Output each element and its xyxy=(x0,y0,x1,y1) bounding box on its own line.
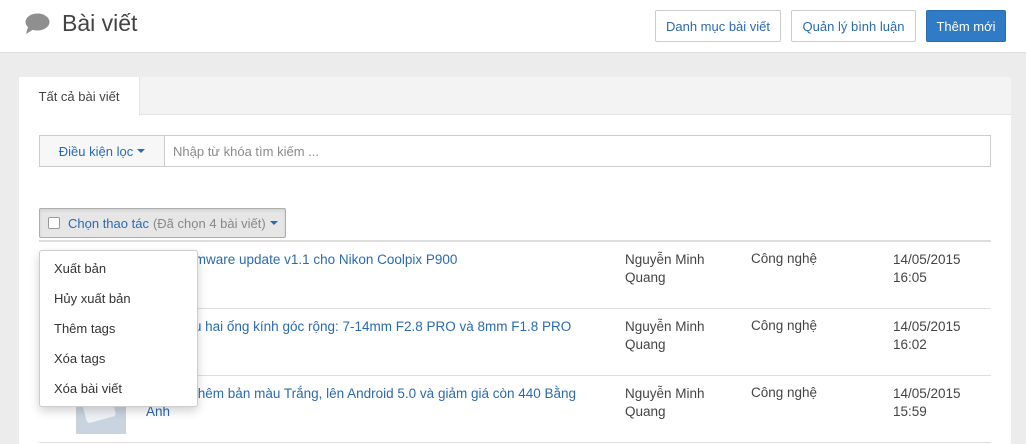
post-date-day: 14/05/2015 xyxy=(893,386,961,401)
menu-item-unpublish[interactable]: Hủy xuất bản xyxy=(40,284,197,314)
post-title-link[interactable]: ne 2 có thêm bản màu Trắng, lên Android … xyxy=(146,385,586,421)
post-date-time: 16:05 xyxy=(893,270,927,285)
bulk-action-menu: Xuất bản Hủy xuất bản Thêm tags Xóa tags… xyxy=(39,250,198,407)
post-date: 14/05/2015 16:05 xyxy=(893,251,961,287)
post-title-link[interactable]: giới thiệu hai ống kính góc rộng: 7-14mm… xyxy=(146,318,586,336)
post-title-link[interactable]: ng bố firmware update v1.1 cho Nikon Coo… xyxy=(146,251,586,269)
post-category: Công nghệ xyxy=(751,251,818,266)
search-input[interactable] xyxy=(165,136,990,166)
menu-item-remove-tags[interactable]: Xóa tags xyxy=(40,344,197,374)
post-author: Nguyễn Minh Quang xyxy=(625,319,705,352)
menu-item-publish[interactable]: Xuất bản xyxy=(40,254,197,284)
comment-management-button[interactable]: Quản lý bình luận xyxy=(791,10,916,42)
menu-item-add-tags[interactable]: Thêm tags xyxy=(40,314,197,344)
tabs-bar: Tất cả bài viết xyxy=(19,77,1011,116)
bulk-action-button[interactable]: Chọn thao tác (Đã chọn 4 bài viết) xyxy=(39,208,286,238)
comment-icon xyxy=(25,13,50,35)
post-category: Công nghệ xyxy=(751,385,818,400)
caret-down-icon xyxy=(269,221,278,225)
tab-all-posts[interactable]: Tất cả bài viết xyxy=(19,77,140,116)
post-categories-button[interactable]: Danh mục bài viết xyxy=(655,10,781,42)
page-title-text: Bài viết xyxy=(62,10,138,36)
post-date-time: 16:02 xyxy=(893,337,927,352)
post-category: Công nghệ xyxy=(751,318,818,333)
top-header: Bài viết Danh mục bài viết Quản lý bình … xyxy=(0,0,1026,53)
caret-down-icon xyxy=(137,149,146,153)
post-date-day: 14/05/2015 xyxy=(893,252,961,267)
post-author: Nguyễn Minh Quang xyxy=(625,386,705,419)
post-date: 14/05/2015 15:59 xyxy=(893,385,961,421)
page-title: Bài viết xyxy=(25,10,137,37)
bulk-action-selected-count: (Đã chọn 4 bài viết) xyxy=(152,215,266,231)
post-author: Nguyễn Minh Quang xyxy=(625,252,705,285)
post-date: 14/05/2015 16:02 xyxy=(893,318,961,354)
filter-bar: Điều kiện lọc xyxy=(39,135,991,167)
menu-item-delete-post[interactable]: Xóa bài viết xyxy=(40,374,197,404)
filter-conditions-button[interactable]: Điều kiện lọc xyxy=(40,136,165,166)
add-new-button[interactable]: Thêm mới xyxy=(926,10,1006,42)
post-date-time: 15:59 xyxy=(893,404,927,419)
post-date-day: 14/05/2015 xyxy=(893,319,961,334)
select-all-checkbox[interactable] xyxy=(48,217,60,229)
bulk-action-label: Chọn thao tác xyxy=(68,215,149,231)
filter-conditions-label: Điều kiện lọc xyxy=(58,143,134,159)
